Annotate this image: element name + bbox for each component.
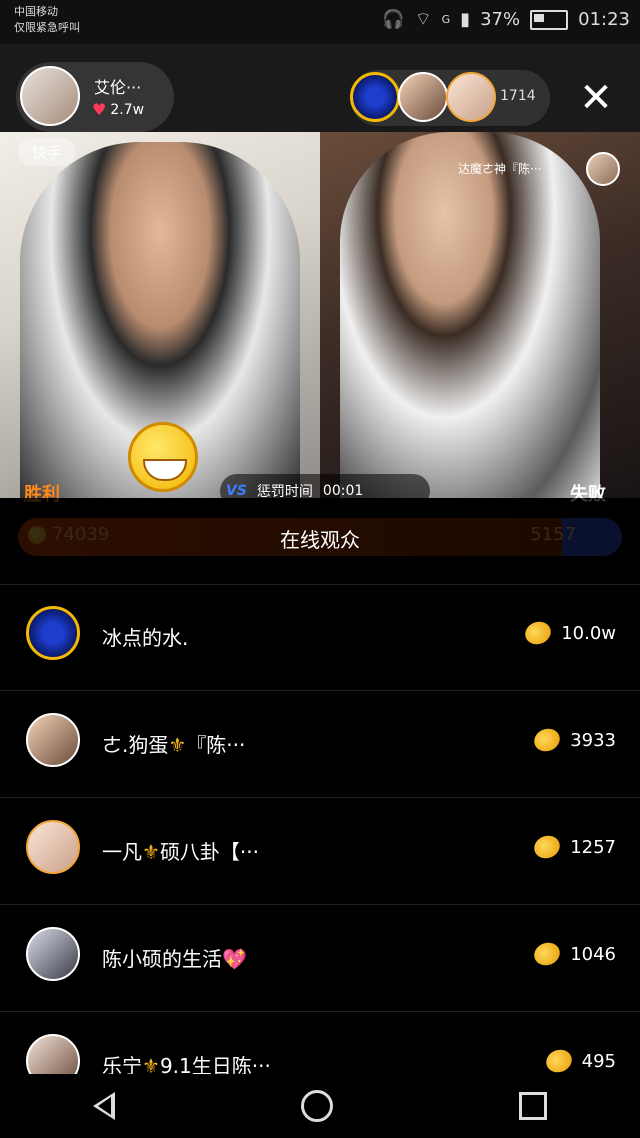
audience-name: 冰点的水. bbox=[102, 626, 189, 650]
list-item[interactable]: ㄜ.狗蛋⚜『陈··· 3933 bbox=[0, 693, 640, 799]
status-bar: 中国移动 仅限紧急呼叫 🎧 ⌔ G ▮ 37% 01:23 bbox=[0, 0, 640, 44]
online-audience-sheet: 在线观众 冰点的水. 10.0w ㄜ.狗蛋⚜『陈··· 3933 一凡⚜硕八卦【… bbox=[0, 498, 640, 1088]
list-item[interactable]: 陈小硕的生活💖 1046 bbox=[0, 907, 640, 1013]
audience-name-suffix: 硕八卦【··· bbox=[159, 840, 260, 864]
opponent-image bbox=[340, 132, 600, 498]
coin-count: 495 bbox=[581, 1050, 616, 1072]
carrier-name: 中国移动 bbox=[14, 5, 58, 18]
sheet-title: 在线观众 bbox=[280, 528, 360, 552]
platform-badge: 快手 bbox=[18, 138, 76, 166]
signal-icon: ▮ bbox=[460, 9, 471, 30]
avatar[interactable] bbox=[26, 713, 80, 767]
heart-icon: ♥ bbox=[92, 100, 107, 119]
viewer-count[interactable]: 1714 bbox=[500, 88, 536, 104]
right-stream-video bbox=[320, 132, 640, 498]
recent-apps-icon[interactable] bbox=[519, 1092, 547, 1120]
audience-name: ㄜ.狗蛋 bbox=[102, 733, 169, 757]
list-item[interactable]: 一凡⚜硕八卦【··· 1257 bbox=[0, 800, 640, 906]
clock: 01:23 bbox=[578, 9, 630, 30]
viewer-avatar[interactable] bbox=[446, 72, 496, 122]
opponent-name[interactable]: 达魔ㄜ神『陈··· bbox=[458, 160, 541, 177]
viewer-avatars[interactable]: 1714 bbox=[350, 70, 550, 126]
avatar[interactable] bbox=[26, 606, 80, 660]
divider bbox=[0, 797, 640, 798]
avatar[interactable] bbox=[26, 820, 80, 874]
carrier-info: 中国移动 仅限紧急呼叫 bbox=[14, 4, 80, 36]
host-name: 艾伦··· bbox=[94, 78, 142, 97]
smiley-icon bbox=[128, 422, 198, 492]
coin-icon bbox=[522, 618, 555, 648]
viewer-avatar[interactable] bbox=[398, 72, 448, 122]
list-item[interactable]: 冰点的水. 10.0w bbox=[0, 586, 640, 692]
carrier-emergency: 仅限紧急呼叫 bbox=[14, 21, 80, 34]
sparkle-heart-icon: 💖 bbox=[222, 947, 247, 971]
divider bbox=[0, 690, 640, 691]
fleur-icon: ⚜ bbox=[168, 733, 187, 757]
avatar[interactable] bbox=[26, 927, 80, 981]
coin-count: 10.0w bbox=[561, 622, 616, 644]
likes-count: 2.7w bbox=[110, 101, 145, 118]
battery-icon bbox=[530, 9, 569, 30]
divider bbox=[0, 1011, 640, 1012]
host-avatar[interactable] bbox=[20, 66, 80, 126]
coin-icon bbox=[531, 725, 564, 755]
coin-count: 3933 bbox=[570, 729, 616, 751]
host-likes: ♥ 2.7w bbox=[92, 100, 144, 119]
audience-name: 陈小硕的生活 bbox=[102, 947, 222, 971]
viewer-avatar-gem[interactable] bbox=[350, 72, 400, 122]
audience-name: 一凡 bbox=[102, 840, 142, 864]
system-nav-bar bbox=[0, 1074, 640, 1138]
battery-percent: 37% bbox=[480, 9, 521, 30]
coin-icon bbox=[531, 939, 564, 969]
coin-count: 1257 bbox=[570, 836, 616, 858]
host-info[interactable]: 艾伦··· ♥ 2.7w bbox=[16, 62, 174, 132]
vs-icon: VS bbox=[226, 483, 247, 499]
audience-name-suffix: 『陈··· bbox=[186, 733, 246, 757]
fleur-icon: ⚜ bbox=[142, 840, 160, 864]
back-icon[interactable] bbox=[93, 1092, 115, 1120]
left-stream-video: 胜利 bbox=[0, 132, 320, 498]
timer-value: 00:01 bbox=[322, 483, 364, 499]
divider bbox=[0, 584, 640, 585]
network-type: G bbox=[441, 13, 451, 26]
home-icon[interactable] bbox=[301, 1090, 333, 1122]
opponent-avatar[interactable] bbox=[586, 152, 620, 186]
coin-icon bbox=[531, 832, 564, 862]
headphones-icon: 🎧 bbox=[382, 9, 405, 30]
coin-count: 1046 bbox=[570, 943, 616, 965]
coin-icon bbox=[542, 1046, 575, 1076]
wifi-icon: ⌔ bbox=[414, 9, 432, 30]
divider bbox=[0, 904, 640, 905]
close-icon[interactable]: ✕ bbox=[576, 78, 616, 118]
